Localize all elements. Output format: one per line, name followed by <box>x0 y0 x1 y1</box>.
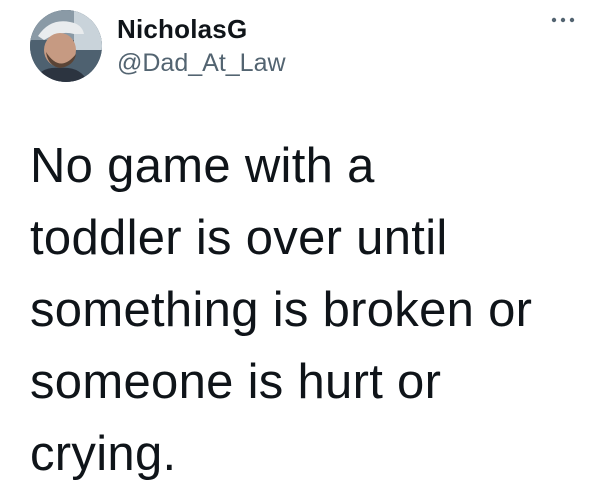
more-options-button[interactable] <box>548 10 578 30</box>
avatar-photo-icon <box>30 10 102 82</box>
author-name[interactable]: NicholasG <box>117 14 247 45</box>
tweet-card: NicholasG @Dad_At_Law No game with a tod… <box>0 0 600 484</box>
tweet-text: No game with a toddler is over until som… <box>30 139 533 481</box>
more-horizontal-icon <box>551 17 575 23</box>
avatar[interactable] <box>30 10 102 82</box>
author-handle[interactable]: @Dad_At_Law <box>117 49 286 78</box>
